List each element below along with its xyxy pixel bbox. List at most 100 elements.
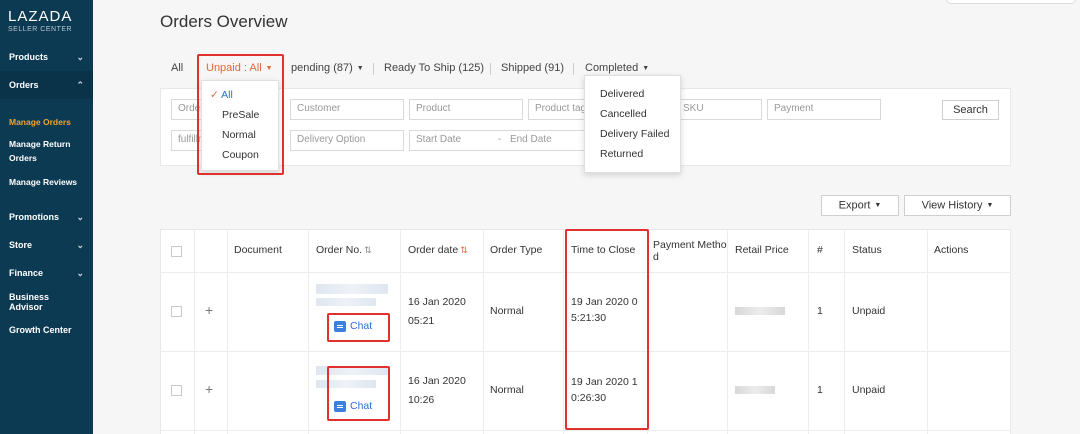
sidebar-subitem-manage-reviews[interactable]: Manage Reviews (9, 175, 77, 189)
sort-icon[interactable]: ⇅ (460, 245, 468, 255)
order-date-line2: 05:21 (408, 315, 435, 327)
retail-price-blurred (735, 307, 785, 315)
column-divider (194, 229, 195, 434)
sidebar-item-label: Growth Center (9, 325, 72, 335)
sidebar-item-label: Orders (9, 80, 39, 90)
product-tag-field[interactable]: Product tag (528, 99, 588, 120)
expand-icon[interactable]: + (205, 302, 213, 318)
date-range-field[interactable]: Start Date - End Date (409, 130, 585, 151)
tab-ready-to-ship[interactable]: Ready To Ship (125) (384, 62, 484, 74)
highlight-box (327, 313, 390, 342)
sidebar: LAZADA SELLER CENTER Products ⌄ Orders ⌃… (0, 0, 93, 434)
sidebar-subitem-manage-return-orders[interactable]: Manage Return (9, 137, 70, 151)
sidebar-item-store[interactable]: Store ⌄ (0, 231, 93, 259)
tab-divider (490, 63, 491, 75)
view-history-button[interactable]: View History ▼ (904, 195, 1011, 216)
caret-down-icon: ▼ (986, 202, 994, 209)
tab-all[interactable]: All (171, 62, 183, 74)
column-divider (308, 229, 309, 434)
order-type: Normal (490, 384, 524, 396)
sidebar-item-finance[interactable]: Finance ⌄ (0, 259, 93, 287)
tab-divider (573, 63, 574, 75)
sidebar-item-promotions[interactable]: Promotions ⌄ (0, 203, 93, 231)
select-all-checkbox[interactable] (171, 246, 182, 257)
customer-field[interactable]: Customer (290, 99, 404, 120)
order-type: Normal (490, 305, 524, 317)
row-checkbox[interactable] (171, 385, 182, 396)
tab-label: Completed (585, 62, 639, 74)
column-divider (563, 229, 564, 434)
export-button[interactable]: Export ▼ (821, 195, 899, 216)
product-field[interactable]: Product (409, 99, 523, 120)
dropdown-option-cancelled[interactable]: Cancelled (600, 105, 647, 123)
order-number-blurred (316, 298, 376, 306)
row-divider (160, 430, 1011, 431)
sidebar-item-label: Finance (9, 268, 44, 278)
date-separator: - (497, 134, 502, 145)
highlight-box (327, 366, 390, 421)
column-divider (227, 229, 228, 434)
column-divider (483, 229, 484, 434)
order-date-line1: 16 Jan 2020 (408, 296, 466, 308)
column-divider (808, 229, 809, 434)
highlight-box (565, 229, 649, 430)
chevron-down-icon: ⌄ (76, 267, 84, 278)
button-label: Export (838, 199, 871, 212)
header-retail-price: Retail Price (735, 244, 789, 256)
order-date-line2: 10:26 (408, 394, 435, 406)
tab-label: pending (87) (291, 62, 353, 74)
chevron-down-icon: ⌄ (76, 239, 84, 250)
dropdown-option-returned[interactable]: Returned (600, 145, 643, 163)
status-text: Unpaid (852, 384, 886, 396)
header-quantity: # (817, 244, 823, 256)
highlight-box (197, 54, 284, 175)
brand-subtitle: SELLER CENTER (8, 26, 73, 33)
chevron-up-icon: ⌃ (76, 79, 84, 90)
column-divider (844, 229, 845, 434)
sidebar-item-label: Promotions (9, 212, 60, 222)
caret-down-icon: ▼ (874, 202, 882, 209)
quantity: 1 (817, 305, 823, 317)
payment-field[interactable]: Payment (767, 99, 881, 120)
retail-price-blurred (735, 386, 775, 394)
lazada-logo[interactable]: LAZADA SELLER CENTER (0, 0, 93, 44)
search-button[interactable]: Search (942, 100, 999, 120)
tab-divider (373, 63, 374, 75)
sidebar-subitem-manage-return-orders-line2[interactable]: Orders (9, 151, 37, 165)
expand-icon[interactable]: + (205, 381, 213, 397)
brand-name: LAZADA (8, 8, 73, 25)
dropdown-option-delivery-failed[interactable]: Delivery Failed (600, 125, 669, 143)
page-title: Orders Overview (160, 12, 288, 31)
chevron-down-icon: ⌄ (76, 51, 84, 62)
row-checkbox[interactable] (171, 306, 182, 317)
header-order-date[interactable]: Order date ⇅ (408, 244, 468, 256)
tab-pending[interactable]: pending (87) ▼ (291, 62, 364, 74)
column-divider (927, 229, 928, 434)
header-order-type: Order Type (490, 244, 543, 256)
sort-icon[interactable]: ⇅ (364, 245, 372, 255)
sidebar-item-label: Products (9, 52, 49, 62)
delivery-option-field[interactable]: Delivery Option (290, 130, 404, 151)
start-date-placeholder: Start Date (416, 134, 462, 145)
header-order-no[interactable]: Order No. ⇅ (316, 244, 372, 256)
header-label-line2: d (653, 251, 659, 263)
top-search-pill[interactable] (946, 0, 1076, 4)
sidebar-item-growth-center[interactable]: Growth Center (0, 316, 93, 344)
tab-completed[interactable]: Completed ▼ (585, 62, 649, 74)
caret-down-icon: ▼ (356, 64, 364, 72)
tab-shipped[interactable]: Shipped (91) (501, 62, 564, 74)
status-text: Unpaid (852, 305, 886, 317)
sku-field[interactable]: SKU (676, 99, 762, 120)
column-divider (727, 229, 728, 434)
header-label: Order No. (316, 244, 363, 256)
sidebar-item-business-advisor[interactable]: Business Advisor (0, 288, 93, 316)
sidebar-item-label: Store (9, 240, 33, 250)
sidebar-item-label: Business Advisor (9, 292, 50, 312)
sidebar-item-products[interactable]: Products ⌄ (0, 43, 93, 71)
dropdown-option-delivered[interactable]: Delivered (600, 85, 644, 103)
order-number-blurred (316, 284, 388, 294)
caret-down-icon: ▼ (642, 64, 650, 72)
sidebar-item-orders[interactable]: Orders ⌃ (0, 71, 93, 99)
sidebar-subitem-manage-orders[interactable]: Manage Orders (9, 115, 71, 129)
button-label: View History (921, 199, 983, 212)
